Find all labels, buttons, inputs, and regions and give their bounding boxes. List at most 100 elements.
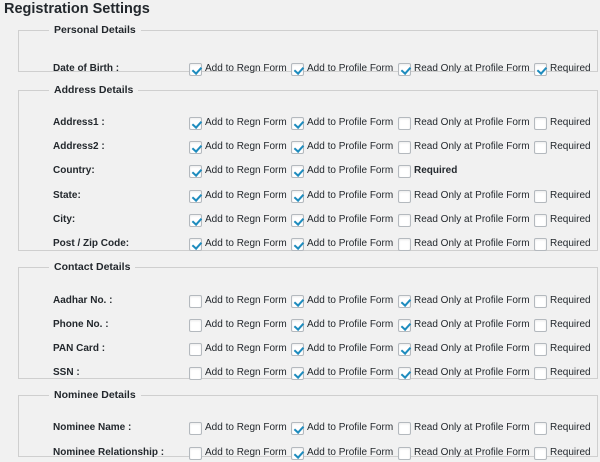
checkbox-label: Read Only at Profile Form — [414, 367, 530, 378]
checkbox-label: Read Only at Profile Form — [414, 238, 530, 249]
checkbox-box[interactable] — [189, 141, 202, 154]
checkbox-box[interactable] — [534, 238, 547, 251]
checkbox-box[interactable] — [534, 447, 547, 460]
checkbox-label: Add to Profile Form — [307, 165, 394, 176]
checkbox-box[interactable] — [291, 63, 304, 76]
checkbox-label: Required — [550, 367, 591, 378]
checkbox-label: Add to Profile Form — [307, 190, 394, 201]
field-label: State: — [53, 190, 81, 201]
section-legend: Contact Details — [54, 261, 131, 273]
field-row: Nominee Name : Add to Regn Form Add to P… — [19, 421, 597, 437]
checkbox-box[interactable] — [534, 367, 547, 380]
checkbox-label: Add to Regn Form — [205, 295, 287, 306]
checkbox-box[interactable] — [189, 319, 202, 332]
field-label: Phone No. : — [53, 319, 109, 330]
checkbox-label: Add to Profile Form — [307, 141, 394, 152]
checkbox-label: Required — [550, 190, 591, 201]
checkbox-box[interactable] — [291, 343, 304, 356]
checkbox-box[interactable] — [189, 447, 202, 460]
checkbox-box[interactable] — [291, 165, 304, 178]
checkbox-box[interactable] — [291, 367, 304, 380]
checkbox-label: Add to Profile Form — [307, 422, 394, 433]
field-label: Aadhar No. : — [53, 295, 113, 306]
checkbox-box[interactable] — [398, 295, 411, 308]
checkbox-label: Add to Regn Form — [205, 63, 287, 74]
field-row: Address2 : Add to Regn Form Add to Profi… — [19, 140, 597, 156]
checkbox-box[interactable] — [534, 141, 547, 154]
checkbox-box[interactable] — [398, 343, 411, 356]
checkbox-box[interactable] — [534, 63, 547, 76]
checkbox-label: Add to Profile Form — [307, 447, 394, 458]
checkbox-box[interactable] — [291, 422, 304, 435]
checkbox-box[interactable] — [291, 238, 304, 251]
checkbox-box[interactable] — [534, 343, 547, 356]
field-row: Post / Zip Code: Add to Regn Form Add to… — [19, 237, 597, 253]
checkbox-label: Add to Profile Form — [307, 367, 394, 378]
checkbox-label: Required — [550, 422, 591, 433]
checkbox-box[interactable] — [534, 117, 547, 130]
checkbox-box[interactable] — [398, 367, 411, 380]
field-label: Post / Zip Code: — [53, 238, 130, 249]
checkbox-label: Add to Profile Form — [307, 295, 394, 306]
checkbox-box[interactable] — [291, 447, 304, 460]
field-row: Phone No. : Add to Regn Form Add to Prof… — [19, 318, 597, 334]
checkbox-box[interactable] — [189, 343, 202, 356]
checkbox-label: Required — [550, 343, 591, 354]
checkbox-box[interactable] — [189, 165, 202, 178]
field-row: Aadhar No. : Add to Regn Form Add to Pro… — [19, 294, 597, 310]
checkbox-label: Read Only at Profile Form — [414, 319, 530, 330]
checkbox-label: Add to Profile Form — [307, 343, 394, 354]
checkbox-box[interactable] — [189, 367, 202, 380]
checkbox-box[interactable] — [398, 190, 411, 203]
checkbox-label: Read Only at Profile Form — [414, 343, 530, 354]
checkbox-box[interactable] — [189, 63, 202, 76]
checkbox-box[interactable] — [189, 214, 202, 227]
checkbox-label: Add to Regn Form — [205, 447, 287, 458]
checkbox-box[interactable] — [398, 141, 411, 154]
checkbox-label: Required — [550, 238, 591, 249]
checkbox-box[interactable] — [189, 117, 202, 130]
checkbox-box[interactable] — [398, 117, 411, 130]
checkbox-box[interactable] — [398, 319, 411, 332]
checkbox-box[interactable] — [534, 190, 547, 203]
checkbox-box[interactable] — [291, 141, 304, 154]
checkbox-box[interactable] — [398, 63, 411, 76]
section-address-details: Address Details Address1 : Add to Regn F… — [18, 84, 598, 251]
checkbox-box[interactable] — [291, 295, 304, 308]
checkbox-label: Required — [550, 141, 591, 152]
field-label: Nominee Name : — [53, 422, 132, 433]
field-row: PAN Card : Add to Regn Form Add to Profi… — [19, 342, 597, 358]
checkbox-box[interactable] — [398, 238, 411, 251]
field-label: Date of Birth : — [53, 63, 120, 74]
checkbox-box[interactable] — [534, 214, 547, 227]
checkbox-box[interactable] — [398, 447, 411, 460]
field-row: Country: Add to Regn Form Add to Profile… — [19, 164, 597, 180]
checkbox-box[interactable] — [534, 319, 547, 332]
checkbox-box[interactable] — [291, 117, 304, 130]
checkbox-label: Add to Regn Form — [205, 422, 287, 433]
checkbox-label: Add to Regn Form — [205, 367, 287, 378]
checkbox-box[interactable] — [189, 422, 202, 435]
section-personal-details: Personal Details Date of Birth : Add to … — [18, 24, 598, 76]
checkbox-box[interactable] — [398, 165, 411, 178]
field-row: Nominee Relationship : Add to Regn Form … — [19, 446, 597, 462]
section-legend: Nominee Details — [54, 389, 136, 401]
checkbox-box[interactable] — [534, 295, 547, 308]
field-label: PAN Card : — [53, 343, 106, 354]
field-label: Address1 : — [53, 117, 105, 128]
checkbox-box[interactable] — [291, 214, 304, 227]
checkbox-label: Read Only at Profile Form — [414, 190, 530, 201]
checkbox-box[interactable] — [398, 214, 411, 227]
field-label: City: — [53, 214, 76, 225]
checkbox-label: Add to Profile Form — [307, 319, 394, 330]
checkbox-box[interactable] — [291, 319, 304, 332]
checkbox-label: Read Only at Profile Form — [414, 422, 530, 433]
checkbox-box[interactable] — [291, 190, 304, 203]
checkbox-box[interactable] — [534, 422, 547, 435]
checkbox-box[interactable] — [398, 422, 411, 435]
checkbox-label: Required — [550, 319, 591, 330]
checkbox-label: Required — [550, 295, 591, 306]
checkbox-box[interactable] — [189, 295, 202, 308]
checkbox-box[interactable] — [189, 238, 202, 251]
checkbox-box[interactable] — [189, 190, 202, 203]
